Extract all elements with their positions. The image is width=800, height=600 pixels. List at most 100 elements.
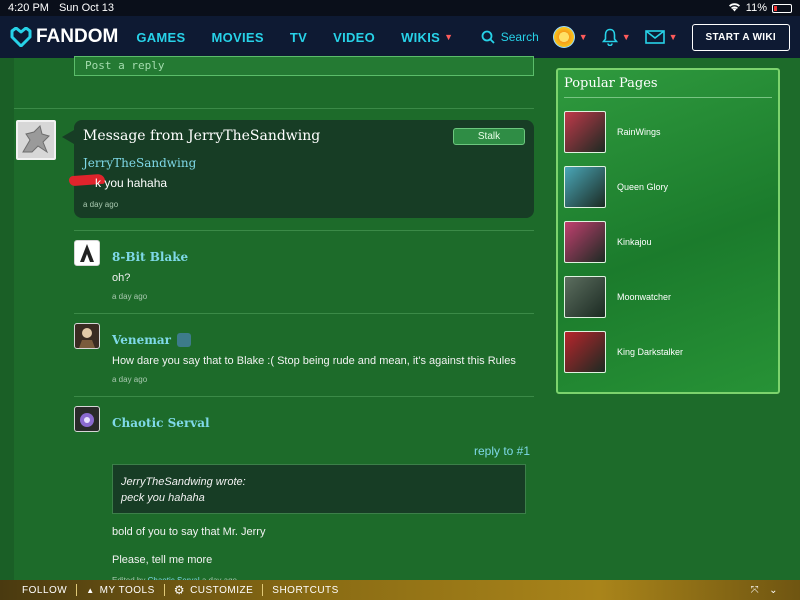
page-link[interactable]: Moonwatcher bbox=[617, 292, 671, 302]
popular-page-item[interactable]: King Darkstalker bbox=[564, 331, 772, 373]
my-tools-label: MY TOOLS bbox=[99, 584, 155, 596]
content-area: Post a reply Message from JerryTheSandwi… bbox=[0, 56, 800, 585]
bell-icon bbox=[601, 28, 618, 46]
popular-page-item[interactable]: Moonwatcher bbox=[564, 276, 772, 318]
search-icon bbox=[481, 30, 495, 44]
page-link[interactable]: King Darkstalker bbox=[617, 347, 683, 357]
search-button[interactable]: Search bbox=[481, 30, 539, 44]
start-a-wiki-button[interactable]: START A WIKI bbox=[691, 23, 790, 51]
nav-movies[interactable]: MOVIES bbox=[212, 30, 264, 45]
popular-pages-module: Popular Pages RainWings Queen Glory Kink… bbox=[556, 68, 780, 394]
nav-video[interactable]: VIDEO bbox=[333, 30, 375, 45]
status-time: 4:20 PM bbox=[8, 2, 49, 14]
message-author-link[interactable]: JerryTheSandwing bbox=[83, 156, 525, 170]
mail-icon bbox=[644, 30, 665, 44]
quote-text: peck you hahaha bbox=[121, 492, 205, 504]
divider bbox=[74, 396, 534, 397]
chevron-down-icon: ▼ bbox=[578, 32, 588, 42]
search-label: Search bbox=[500, 30, 539, 44]
page-thumbnail bbox=[564, 221, 606, 263]
quote-block: JerryTheSandwing wrote: peck you hahaha bbox=[112, 464, 526, 514]
reply-text: How dare you say that to Blake :( Stop b… bbox=[112, 355, 516, 367]
popular-page-item[interactable]: RainWings bbox=[564, 111, 772, 153]
status-right: 11% bbox=[728, 2, 792, 15]
post-reply-input[interactable]: Post a reply bbox=[74, 56, 534, 76]
message-timestamp[interactable]: a day ago bbox=[83, 200, 525, 209]
nav-games[interactable]: GAMES bbox=[136, 30, 185, 45]
serval-portrait-icon bbox=[80, 413, 94, 427]
chevron-down-icon: ▼ bbox=[621, 32, 631, 42]
battery-icon bbox=[772, 3, 792, 13]
expand-icon[interactable]: ⤧ bbox=[751, 585, 760, 596]
character-portrait-icon bbox=[79, 328, 95, 348]
page-thumbnail bbox=[564, 111, 606, 153]
notifications-menu[interactable]: ▼ bbox=[601, 28, 631, 46]
page-thumbnail bbox=[564, 276, 606, 318]
divider bbox=[14, 108, 534, 109]
customize-button[interactable]: ⚙ CUSTOMIZE bbox=[174, 583, 253, 597]
assassin-emblem-icon bbox=[80, 244, 94, 262]
reply-text: Please, tell me more bbox=[112, 554, 213, 566]
toolbar-right: ⤧ ⌄ bbox=[751, 585, 778, 596]
reply-to-link[interactable]: reply to #1 bbox=[474, 444, 530, 458]
battery-percent: 11% bbox=[745, 2, 767, 14]
user-avatar-menu[interactable]: ▼ bbox=[552, 26, 588, 48]
page-thumbnail bbox=[564, 331, 606, 373]
nav-wikis-label: WIKIS bbox=[401, 29, 441, 45]
follow-button[interactable]: FOLLOW bbox=[22, 585, 67, 596]
page-link[interactable]: Kinkajou bbox=[617, 237, 652, 247]
reply-text: bold of you to say that Mr. Jerry bbox=[112, 526, 266, 538]
fandom-logo-text: FANDOM bbox=[36, 26, 119, 47]
message-body: k you hahaha bbox=[68, 173, 525, 190]
popular-page-item[interactable]: Queen Glory bbox=[564, 166, 772, 208]
reply-item: 8-Bit Blake oh? a day ago bbox=[74, 240, 534, 312]
reply-author-link[interactable]: 8-Bit Blake bbox=[112, 250, 188, 264]
nav-tv[interactable]: TV bbox=[290, 30, 307, 45]
nav-wikis[interactable]: WIKIS ▼ bbox=[401, 30, 453, 45]
stalk-button[interactable]: Stalk bbox=[453, 128, 525, 145]
page-link[interactable]: Queen Glory bbox=[617, 182, 668, 192]
my-tools-button[interactable]: ▲ MY TOOLS bbox=[86, 585, 155, 596]
chevron-up-icon: ▲ bbox=[86, 585, 95, 595]
page-thumbnail bbox=[564, 166, 606, 208]
status-date: Sun Oct 13 bbox=[58, 2, 115, 14]
reply-item: Venemar How dare you say that to Blake :… bbox=[74, 323, 534, 395]
dragon-sketch-icon bbox=[22, 125, 50, 154]
chevron-down-icon: ▼ bbox=[668, 32, 678, 42]
reply-timestamp[interactable]: a day ago bbox=[112, 375, 147, 384]
fandom-heart-icon bbox=[10, 27, 32, 47]
reply-timestamp[interactable]: a day ago bbox=[112, 292, 147, 301]
user-badge-icon bbox=[177, 333, 191, 347]
popular-page-item[interactable]: Kinkajou bbox=[564, 221, 772, 263]
gear-icon: ⚙ bbox=[173, 583, 186, 597]
message-text: k you hahaha bbox=[95, 176, 168, 190]
messages-menu[interactable]: ▼ bbox=[644, 30, 678, 44]
reply-author-link[interactable]: Chaotic Serval bbox=[112, 416, 210, 430]
avatar bbox=[552, 26, 575, 48]
divider bbox=[74, 313, 534, 314]
divider bbox=[76, 584, 78, 596]
top-navigation: FANDOM GAMES MOVIES TV VIDEO WIKIS ▼ Sea… bbox=[0, 16, 800, 58]
shortcuts-button[interactable]: SHORTCUTS bbox=[272, 585, 339, 596]
chevron-down-icon: ▼ bbox=[444, 32, 454, 42]
message-wall-post: Message from JerryTheSandwing Stalk Jerr… bbox=[62, 120, 534, 218]
author-avatar[interactable] bbox=[16, 120, 56, 160]
page-link[interactable]: RainWings bbox=[617, 127, 661, 137]
status-bar: 4:20 PM Sun Oct 13 11% bbox=[0, 0, 800, 16]
divider bbox=[262, 584, 264, 596]
reply-avatar[interactable] bbox=[74, 406, 100, 432]
divider bbox=[163, 584, 165, 596]
reply-avatar[interactable] bbox=[74, 323, 100, 349]
quote-author: JerryTheSandwing wrote: bbox=[121, 476, 246, 488]
reply-avatar[interactable] bbox=[74, 240, 100, 266]
wiki-toolbar: FOLLOW ▲ MY TOOLS ⚙ CUSTOMIZE SHORTCUTS … bbox=[0, 580, 800, 600]
reply-text: oh? bbox=[112, 272, 131, 284]
reply-item: Chaotic Serval reply to #1 JerryTheSandw… bbox=[74, 406, 534, 586]
divider bbox=[74, 230, 534, 231]
collapse-icon[interactable]: ⌄ bbox=[769, 585, 778, 596]
reply-author-link[interactable]: Venemar bbox=[112, 333, 191, 347]
reply-author-name: Venemar bbox=[112, 333, 171, 347]
customize-label: CUSTOMIZE bbox=[190, 584, 254, 596]
fandom-logo[interactable]: FANDOM bbox=[10, 26, 118, 48]
popular-pages-title: Popular Pages bbox=[564, 76, 772, 98]
